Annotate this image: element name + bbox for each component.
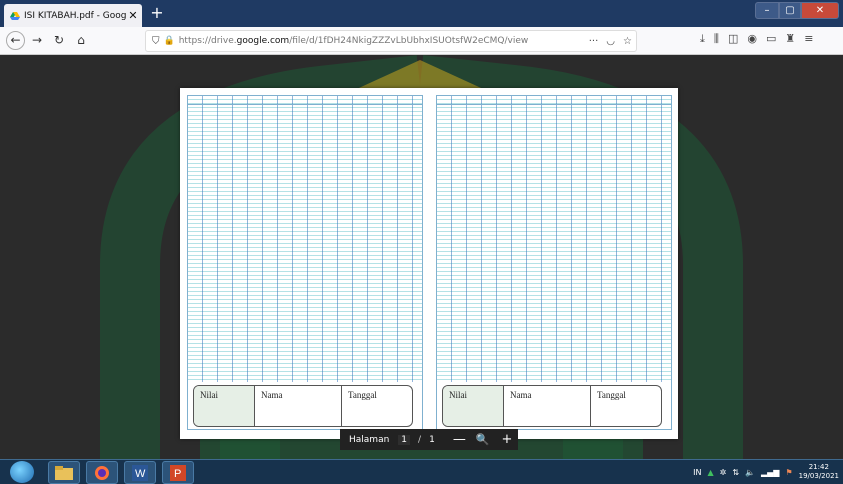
zoom-out-button[interactable]: — [453, 432, 466, 447]
nama-label: Nama [510, 390, 532, 400]
network-activity-icon[interactable]: ⇅ [732, 468, 739, 477]
firefox-icon [95, 465, 109, 480]
tanggal-label: Tanggal [597, 390, 626, 400]
powerpoint-icon: P [170, 464, 186, 481]
clock-time: 21:42 [808, 463, 829, 471]
extension-icon[interactable]: ▭ [766, 32, 776, 46]
system-tray: IN ▲ ✲ ⇅ 🔈 ▂▄▆ ⚑ 21:42 19/03/2021 [693, 462, 839, 482]
lock-icon[interactable]: 🔒 [164, 36, 175, 46]
window-controls: – ▢ ✕ [755, 2, 839, 19]
signal-icon[interactable]: ▂▄▆ [761, 468, 779, 477]
svg-text:P: P [174, 468, 181, 480]
left-writing-page: Nilai Nama Tanggal [187, 95, 423, 430]
download-icon[interactable]: ⤓ [700, 32, 705, 46]
page-separator: / [418, 434, 422, 445]
word-button[interactable]: W [124, 461, 156, 484]
volume-icon[interactable]: 🔈 [745, 468, 755, 477]
firefox-button[interactable] [86, 461, 118, 484]
nilai-cell: Nilai [194, 386, 255, 426]
windows-taskbar: W P IN ▲ ✲ ⇅ 🔈 ▂▄▆ ⚑ 21:42 19/03/2021 [0, 459, 843, 484]
bookmark-star-icon[interactable]: ☆ [623, 36, 632, 47]
browser-tab[interactable]: ISI KITABAH.pdf - Google Drive ✕ [4, 4, 142, 27]
assessment-box: Nilai Nama Tanggal [193, 385, 413, 427]
close-window-button[interactable]: ✕ [801, 2, 839, 19]
writing-grid [437, 96, 671, 382]
powerpoint-button[interactable]: P [162, 461, 194, 484]
nama-label: Nama [261, 390, 283, 400]
tab-title: ISI KITABAH.pdf - Google Drive [24, 10, 127, 21]
addon-icon[interactable]: ♜ [785, 32, 795, 46]
tanggal-label: Tanggal [348, 390, 377, 400]
nilai-cell: Nilai [443, 386, 504, 426]
folder-icon [55, 465, 73, 480]
current-page-input[interactable]: 1 [398, 434, 411, 445]
library-icon[interactable]: ⫼ [714, 32, 719, 46]
page-label: Halaman [349, 434, 390, 445]
navigation-bar: ← → ↻ ⌂ ⛉ 🔒 https://drive.google.com/fil… [0, 27, 843, 55]
page-actions-icon[interactable]: ··· [589, 36, 599, 47]
tray-app-icon[interactable]: ✲ [720, 468, 727, 477]
drive-sync-icon[interactable]: ▲ [707, 468, 713, 477]
svg-text:W: W [135, 468, 146, 480]
clock-date: 19/03/2021 [798, 472, 839, 480]
back-button[interactable]: ← [6, 31, 25, 50]
word-icon: W [132, 464, 148, 481]
total-pages: 1 [429, 434, 435, 445]
new-tab-button[interactable]: + [148, 3, 166, 23]
language-indicator[interactable]: IN [693, 468, 701, 477]
tanggal-cell: Tanggal [591, 386, 661, 426]
nama-cell: Nama [255, 386, 342, 426]
pocket-icon[interactable]: ◡ [606, 36, 615, 47]
assessment-box: Nilai Nama Tanggal [442, 385, 662, 427]
forward-button[interactable]: → [28, 31, 46, 49]
nama-cell: Nama [504, 386, 591, 426]
file-explorer-button[interactable] [48, 461, 80, 484]
grid-top-margin [437, 96, 671, 105]
menu-icon[interactable]: ≡ [804, 32, 813, 46]
writing-grid [188, 96, 422, 382]
browser-tab-bar: ISI KITABAH.pdf - Google Drive ✕ + – ▢ ✕ [0, 0, 843, 27]
url-text[interactable]: https://drive.google.com/file/d/1fDH24Nk… [179, 36, 585, 46]
home-button[interactable]: ⌂ [72, 31, 90, 49]
pdf-page-toolbar: Halaman 1 / 1 — 🔍 + [340, 429, 518, 450]
sidebar-icon[interactable]: ◫ [728, 32, 738, 46]
start-button[interactable] [10, 461, 34, 483]
account-icon[interactable]: ◉ [747, 32, 757, 46]
nilai-label: Nilai [449, 390, 467, 400]
maximize-button[interactable]: ▢ [779, 2, 801, 19]
minimize-button[interactable]: – [755, 2, 779, 19]
zoom-in-button[interactable]: + [502, 432, 513, 447]
address-bar[interactable]: ⛉ 🔒 https://drive.google.com/file/d/1fDH… [145, 30, 637, 52]
google-drive-icon [10, 11, 20, 20]
right-writing-page: Nilai Nama Tanggal [436, 95, 672, 430]
toolbar-icons: ⤓ ⫼ ◫ ◉ ▭ ♜ ≡ [700, 32, 813, 46]
nilai-label: Nilai [200, 390, 218, 400]
tanggal-cell: Tanggal [342, 386, 412, 426]
clock[interactable]: 21:42 19/03/2021 [799, 463, 839, 481]
reload-button[interactable]: ↻ [50, 31, 68, 49]
grid-top-margin [188, 96, 422, 105]
tab-close-icon[interactable]: ✕ [127, 9, 139, 22]
pdf-document-page: Nilai Nama Tanggal Nilai Nama Tanggal [180, 88, 678, 439]
shield-icon[interactable]: ⛉ [152, 36, 160, 47]
zoom-icon[interactable]: 🔍 [476, 433, 490, 446]
action-center-icon[interactable]: ⚑ [785, 468, 792, 477]
